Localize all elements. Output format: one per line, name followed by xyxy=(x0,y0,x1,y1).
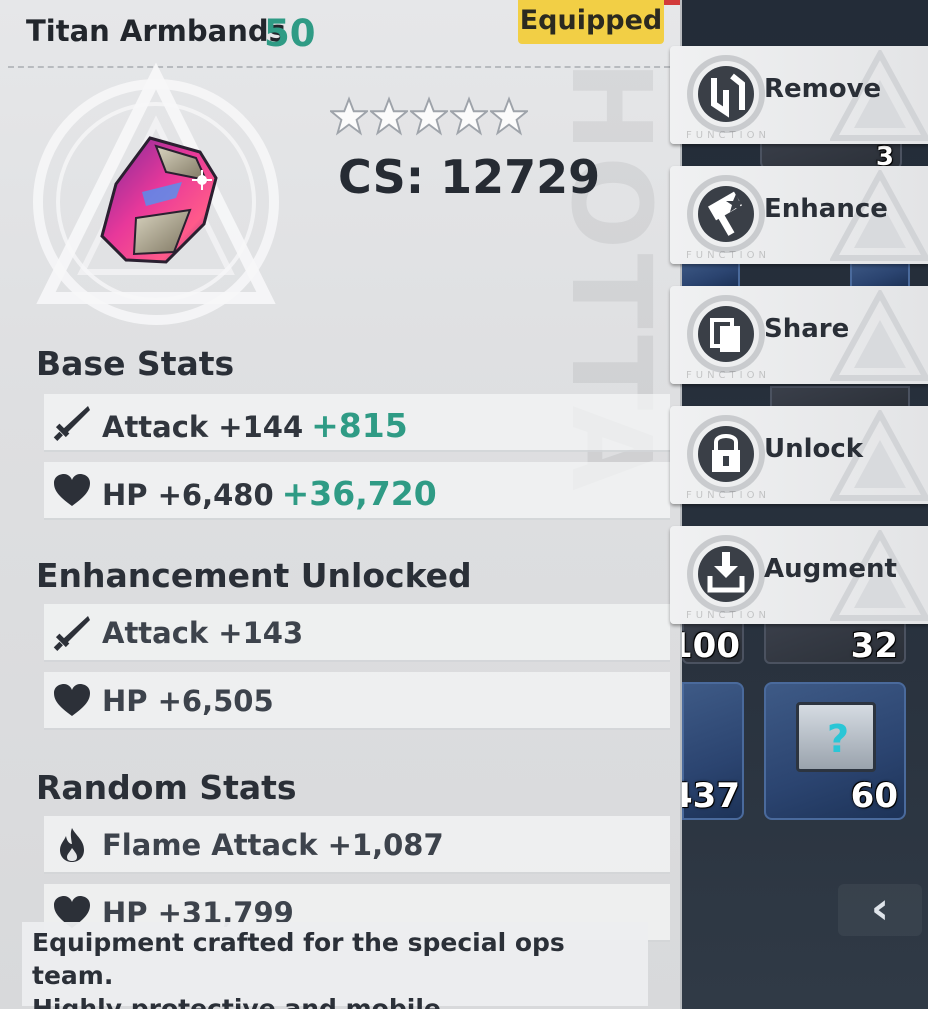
description-line: Equipment crafted for the special ops te… xyxy=(32,928,565,990)
stat-row: Attack +144 +815 xyxy=(44,394,670,452)
stat-value: Flame Attack +1,087 xyxy=(102,828,444,862)
stat-row: HP +6,480 +36,720 xyxy=(44,462,670,520)
section-title-base-stats: Base Stats xyxy=(36,344,235,383)
mystery-crate-icon xyxy=(796,702,876,772)
description-line: Highly protective and mobile. xyxy=(32,994,451,1009)
inventory-tile[interactable]: 32 xyxy=(764,620,906,666)
flame-icon xyxy=(60,828,84,862)
stat-bonus: +815 xyxy=(311,406,408,445)
heart-icon xyxy=(54,684,90,716)
inventory-count: 60 xyxy=(850,776,898,816)
hammer-icon xyxy=(687,175,765,253)
padlock-icon xyxy=(687,415,765,493)
share-button[interactable]: Share FUNCTION xyxy=(670,286,928,384)
heart-icon xyxy=(54,474,90,506)
enhance-button[interactable]: Enhance FUNCTION xyxy=(670,166,928,264)
share-icon xyxy=(687,295,765,373)
equipped-badge: Equipped xyxy=(518,0,664,44)
stat-value: Attack +143 xyxy=(102,616,304,650)
item-detail-panel: HOTTA Titan Armbands 50 Equipped CS: 127… xyxy=(0,0,682,1009)
description-text: Equipment crafted for the special ops te… xyxy=(32,926,642,1009)
inventory-tile[interactable]: 437 xyxy=(669,682,744,820)
watermark-decoration: HOTTA xyxy=(547,60,675,495)
enhance-label: Enhance xyxy=(764,194,888,224)
stat-value: Attack +144 xyxy=(102,410,304,444)
stat-bonus: +36,720 xyxy=(281,474,437,513)
augment-label: Augment xyxy=(764,554,897,584)
function-caption: FUNCTION xyxy=(686,130,770,141)
inventory-background: 3 100 32 437 60 xyxy=(669,0,928,1009)
stat-row: Attack +143 xyxy=(44,604,670,662)
download-tray-icon xyxy=(687,535,765,613)
stat-value: HP +6,505 xyxy=(102,684,274,718)
function-caption: FUNCTION xyxy=(686,370,770,381)
inventory-count: 32 xyxy=(850,626,898,666)
unlock-button[interactable]: Unlock FUNCTION xyxy=(670,406,928,504)
combat-score: CS: 12729 xyxy=(338,150,601,204)
back-arrow-button[interactable]: ‹ xyxy=(838,884,922,936)
remove-icon xyxy=(687,55,765,133)
inventory-tile[interactable]: 60 xyxy=(764,682,906,820)
remove-button[interactable]: Remove FUNCTION xyxy=(670,46,928,144)
star-icon xyxy=(330,96,368,136)
item-description: Equipment crafted for the special ops te… xyxy=(22,922,648,1009)
section-title-enhancement: Enhancement Unlocked xyxy=(36,556,472,595)
remove-label: Remove xyxy=(764,74,882,104)
share-label: Share xyxy=(764,314,850,344)
item-name: Titan Armbands xyxy=(26,14,286,48)
star-icon xyxy=(490,96,528,136)
item-level: 50 xyxy=(264,12,316,55)
augment-button[interactable]: Augment FUNCTION xyxy=(670,526,928,624)
armband-item-icon xyxy=(100,136,218,264)
stat-text: Attack +144 +815 xyxy=(102,406,408,445)
section-title-random-stats: Random Stats xyxy=(36,768,297,807)
stat-text: HP +6,480 +36,720 xyxy=(102,474,437,513)
function-caption: FUNCTION xyxy=(686,490,770,501)
sword-icon xyxy=(53,406,90,441)
unlock-label: Unlock xyxy=(764,434,864,464)
stat-row: Flame Attack +1,087 xyxy=(44,816,670,874)
star-icon xyxy=(370,96,408,136)
function-caption: FUNCTION xyxy=(686,610,770,621)
inventory-tile[interactable]: 100 xyxy=(669,620,744,666)
star-icon xyxy=(410,96,448,136)
stat-row: HP +6,505 xyxy=(44,672,670,730)
function-caption: FUNCTION xyxy=(686,250,770,261)
sword-icon xyxy=(53,616,90,651)
stat-value: HP +6,480 xyxy=(102,478,274,512)
rarity-stars xyxy=(330,96,528,140)
star-icon xyxy=(450,96,488,136)
